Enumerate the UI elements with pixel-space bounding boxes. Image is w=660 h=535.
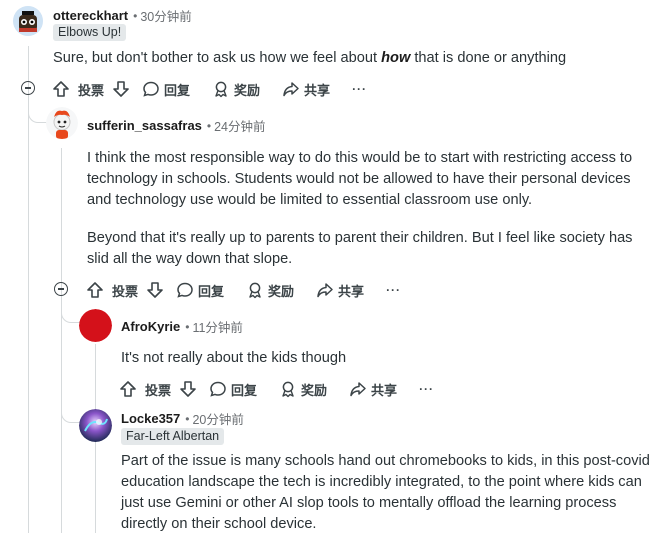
comment-meta: AfroKyrie • 11分钟前 xyxy=(121,317,243,336)
timestamp[interactable]: 24分钟前 xyxy=(214,116,265,135)
reply-button[interactable]: 回复 xyxy=(209,380,257,399)
author-name[interactable]: sufferin_sassafras xyxy=(87,118,202,133)
collapse-icon[interactable] xyxy=(21,81,35,95)
reply-icon xyxy=(210,381,226,397)
vote-label: 投票 xyxy=(78,82,105,98)
reply-button[interactable]: 回复 xyxy=(176,281,224,300)
comment-body: I think the most responsible way to do t… xyxy=(87,148,647,270)
comment-body: Part of the issue is many schools hand o… xyxy=(121,451,655,535)
upvote-icon xyxy=(53,81,69,97)
author-name[interactable]: AfroKyrie xyxy=(121,319,180,334)
emphasis-text: how xyxy=(381,50,411,66)
upvote-button[interactable]: 投票 xyxy=(52,80,104,99)
more-options-button[interactable]: ··· xyxy=(352,82,367,96)
award-button[interactable]: 奖励 xyxy=(279,380,327,399)
meta-separator: • xyxy=(185,411,190,426)
action-bar: 投票 回复 奖励 共享 ··· xyxy=(119,378,434,400)
award-icon xyxy=(215,81,227,98)
thread-elbow xyxy=(28,100,47,123)
avatar[interactable] xyxy=(46,107,78,139)
meta-separator: • xyxy=(185,319,190,334)
thread-elbow xyxy=(61,300,80,323)
meta-separator: • xyxy=(206,118,212,133)
reply-button[interactable]: 回复 xyxy=(142,80,190,99)
timestamp[interactable]: 30分钟前 xyxy=(140,6,191,25)
action-bar: 投票 回复 奖励 共享 ··· xyxy=(86,279,401,301)
reply-icon xyxy=(143,81,159,97)
body-text-part: that is done or anything xyxy=(410,50,567,66)
comment-meta: ottereckhart • 30分钟前 xyxy=(53,6,192,25)
comment-paragraph: Beyond that it's really up to parents to… xyxy=(87,230,633,267)
avatar[interactable] xyxy=(79,409,112,442)
share-label: 共享 xyxy=(304,82,331,98)
downvote-icon xyxy=(180,381,196,397)
more-icon: ··· xyxy=(419,382,435,396)
award-icon xyxy=(282,381,294,398)
award-label: 奖励 xyxy=(301,382,328,398)
share-icon xyxy=(350,382,366,397)
share-icon xyxy=(283,82,299,97)
more-icon: ··· xyxy=(386,283,402,297)
user-flair: Elbows Up! xyxy=(53,24,127,41)
downvote-icon xyxy=(147,282,163,298)
thread-line xyxy=(28,46,29,533)
thread-line xyxy=(61,148,62,533)
reply-label: 回复 xyxy=(198,283,225,299)
upvote-icon xyxy=(120,381,136,397)
share-label: 共享 xyxy=(338,283,365,299)
timestamp[interactable]: 20分钟前 xyxy=(192,409,243,428)
downvote-button[interactable] xyxy=(112,80,130,98)
action-bar: 投票 回复 奖励 共享 ··· xyxy=(52,78,367,100)
award-button[interactable]: 奖励 xyxy=(246,281,294,300)
avatar[interactable] xyxy=(13,6,43,36)
reply-label: 回复 xyxy=(164,82,191,98)
timestamp[interactable]: 11分钟前 xyxy=(192,317,242,336)
upvote-button[interactable]: 投票 xyxy=(86,281,138,300)
award-button[interactable]: 奖励 xyxy=(212,80,260,99)
more-options-button[interactable]: ··· xyxy=(386,283,401,297)
comment-paragraph: It's not really about the kids though xyxy=(121,350,347,366)
avatar[interactable] xyxy=(79,309,112,342)
award-icon xyxy=(249,282,261,299)
award-label: 奖励 xyxy=(234,82,261,98)
share-button[interactable]: 共享 xyxy=(349,380,397,399)
comment-meta: sufferin_sassafras • 24分钟前 xyxy=(87,116,266,135)
comment-body: Sure, but don't bother to ask us how we … xyxy=(53,48,653,69)
vote-label: 投票 xyxy=(145,382,172,398)
author-name[interactable]: ottereckhart xyxy=(53,8,128,23)
reply-icon xyxy=(177,282,193,298)
upvote-icon xyxy=(87,282,103,298)
downvote-icon xyxy=(113,81,129,97)
more-options-button[interactable]: ··· xyxy=(419,382,434,396)
body-text-part: Sure, but don't bother to ask us how we … xyxy=(53,50,382,66)
more-icon: ··· xyxy=(352,82,368,96)
comment-paragraph: Part of the issue is many schools hand o… xyxy=(121,453,650,532)
share-icon xyxy=(317,283,333,298)
vote-label: 投票 xyxy=(112,283,139,299)
collapse-icon[interactable] xyxy=(54,282,68,296)
share-button[interactable]: 共享 xyxy=(282,80,330,99)
author-name[interactable]: Locke357 xyxy=(121,411,180,426)
downvote-button[interactable] xyxy=(179,380,197,398)
comment-body: It's not really about the kids though xyxy=(121,348,641,369)
thread-elbow xyxy=(61,400,80,423)
comment-paragraph: I think the most responsible way to do t… xyxy=(87,150,633,208)
share-button[interactable]: 共享 xyxy=(316,281,364,300)
upvote-button[interactable]: 投票 xyxy=(119,380,171,399)
award-label: 奖励 xyxy=(268,283,295,299)
user-flair: Far-Left Albertan xyxy=(121,428,225,445)
comment-meta: Locke357 • 20分钟前 xyxy=(121,409,244,428)
share-label: 共享 xyxy=(371,382,398,398)
meta-separator: • xyxy=(133,8,138,23)
downvote-button[interactable] xyxy=(146,281,164,299)
reply-label: 回复 xyxy=(231,382,258,398)
